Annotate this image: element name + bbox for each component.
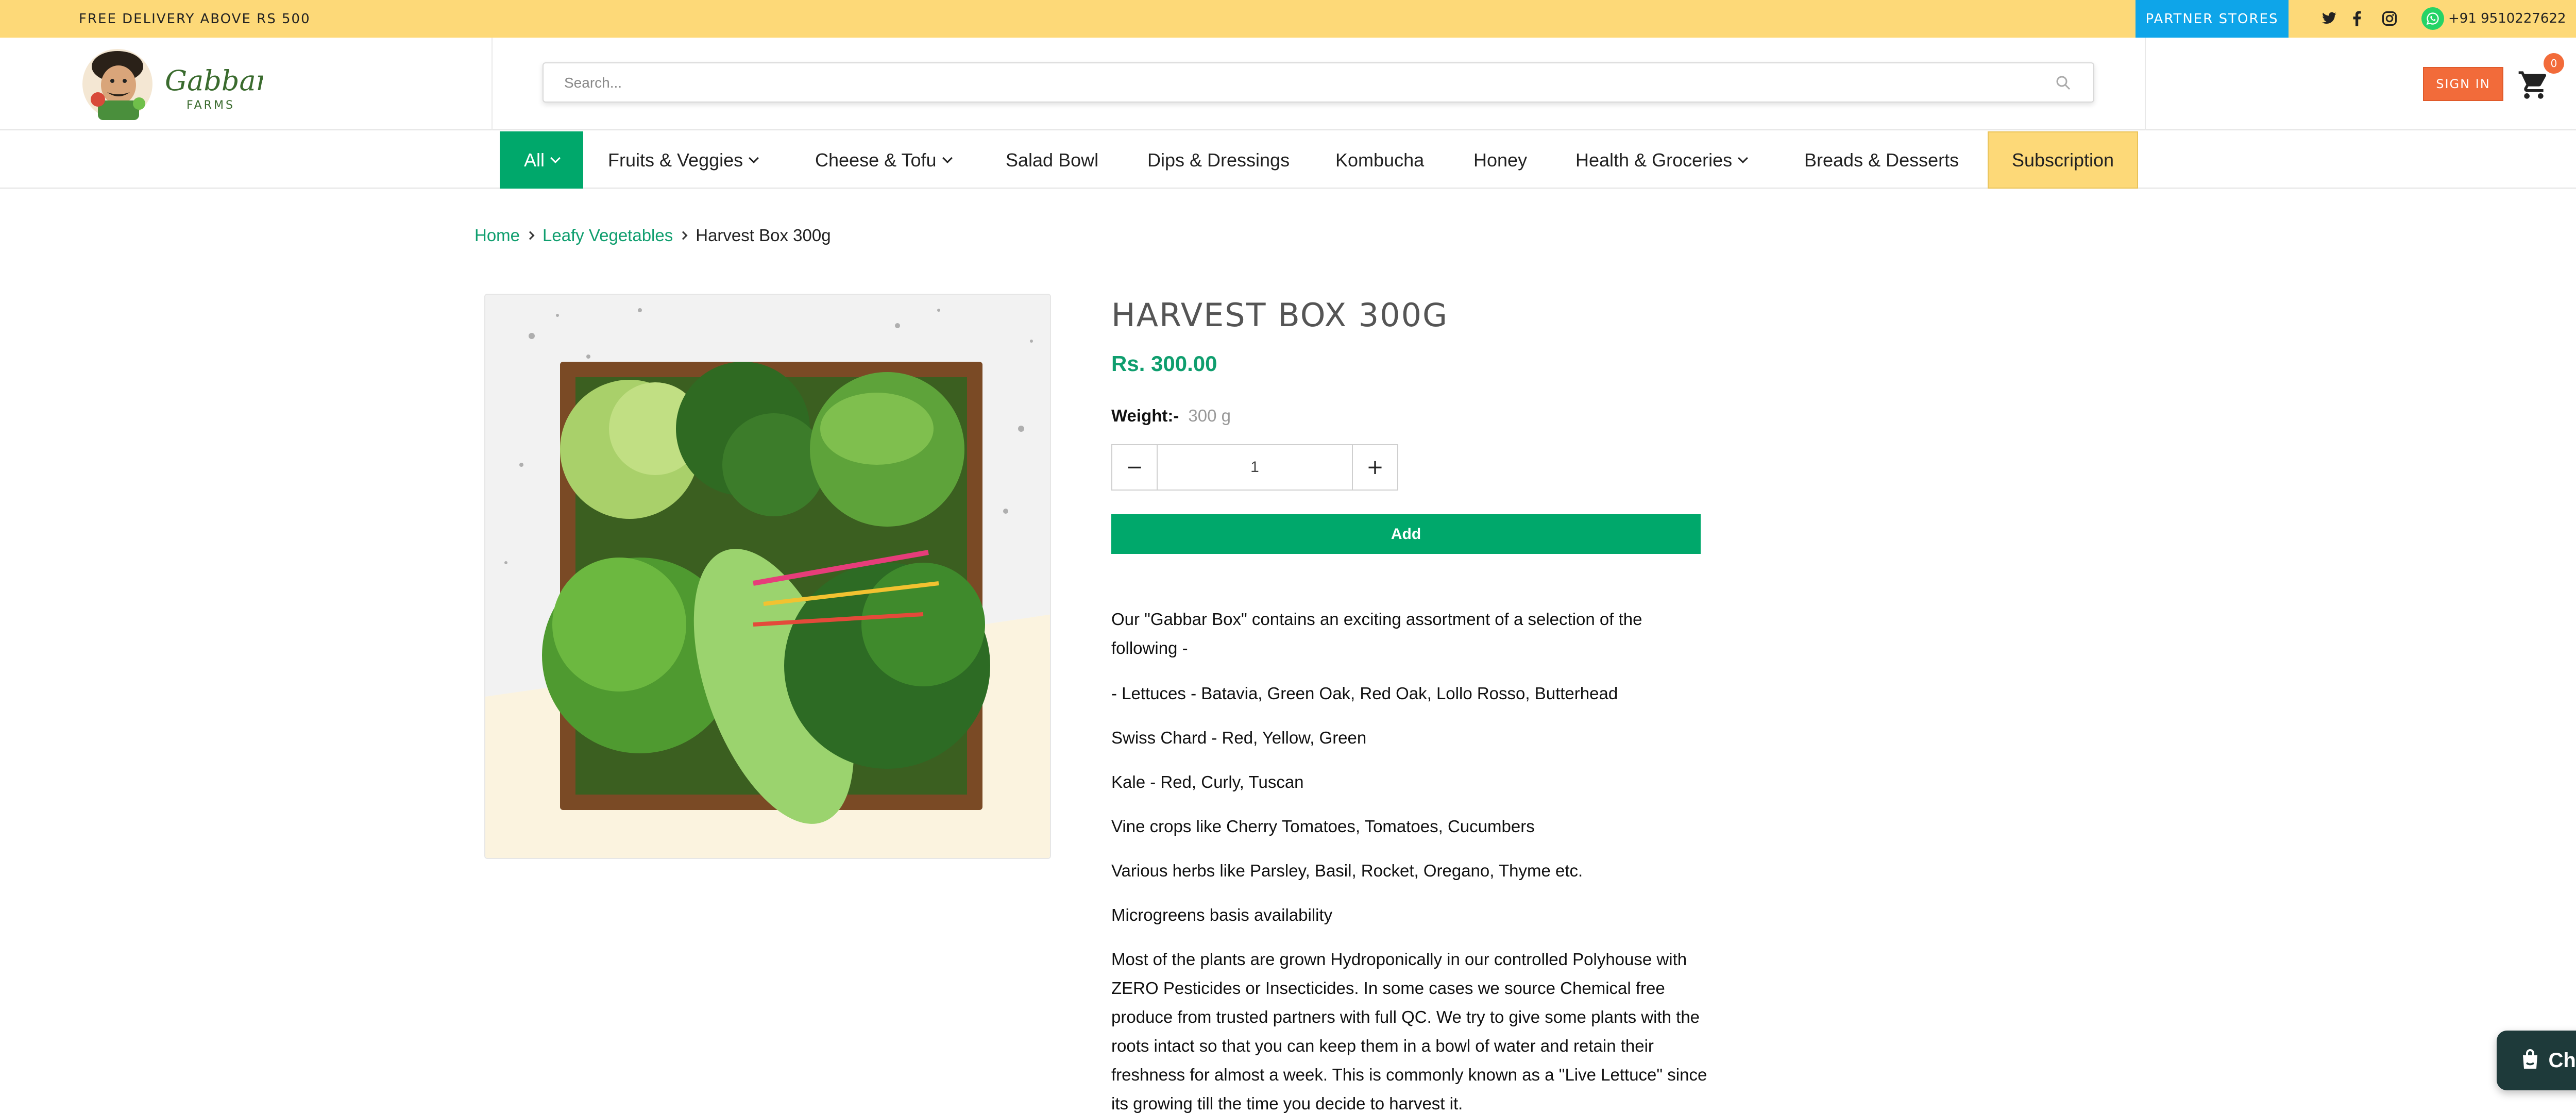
nav-label: Fruits & Veggies [608, 149, 743, 171]
product-weight: Weight:- 300 g [1111, 406, 1231, 426]
chat-button[interactable]: Chat [2497, 1031, 2576, 1090]
increase-quantity-button[interactable]: + [1352, 445, 1397, 490]
breadcrumb: Home Leafy Vegetables Harvest Box 300g [474, 226, 831, 245]
nav-label: Dips & Dressings [1147, 149, 1290, 171]
facebook-icon[interactable] [2348, 9, 2366, 28]
nav-item-all[interactable]: All [500, 131, 583, 189]
chevron-right-icon [526, 231, 535, 240]
chevron-down-icon [749, 153, 759, 163]
nav-item-cheese-tofu[interactable]: Cheese & Tofu [815, 131, 953, 189]
quantity-input[interactable] [1159, 445, 1351, 490]
header-divider-left [492, 38, 493, 130]
product-image[interactable] [484, 294, 1051, 859]
nav-item-kombucha[interactable]: Kombucha [1335, 131, 1424, 189]
logo-wordmark: Gabbar [165, 64, 263, 97]
breadcrumb-category[interactable]: Leafy Vegetables [543, 226, 673, 245]
chevron-down-icon [942, 153, 953, 163]
nav-label: Salad Bowl [1006, 149, 1099, 171]
product-title: HARVEST BOX 300G [1111, 296, 1449, 334]
nav-label: Cheese & Tofu [815, 149, 937, 171]
chat-bag-icon [2522, 1049, 2537, 1069]
instagram-icon[interactable] [2380, 9, 2399, 28]
product-price: Rs. 300.00 [1111, 351, 1217, 376]
description-paragraph: Microgreens basis availability [1111, 905, 1333, 924]
header-divider-right [2145, 38, 2146, 130]
description-paragraph: Our "Gabbar Box" contains an exciting as… [1111, 610, 1642, 657]
site-header: Gabbar FARMS SIGN IN 0 [0, 38, 2576, 130]
chevron-down-icon [1738, 153, 1749, 163]
cart-count-badge: 0 [2544, 53, 2564, 74]
quantity-stepper: − + [1111, 444, 1398, 491]
chevron-down-icon [550, 153, 561, 163]
search-input[interactable] [564, 72, 2007, 94]
category-nav: All Fruits & Veggies Cheese & Tofu Salad… [0, 130, 2576, 189]
nav-item-salad-bowl[interactable]: Salad Bowl [1006, 131, 1098, 189]
breadcrumb-current: Harvest Box 300g [696, 226, 831, 245]
search-icon[interactable] [2054, 74, 2073, 92]
description-paragraph: Most of the plants are grown Hydroponica… [1111, 950, 1707, 1113]
nav-label: Breads & Desserts [1804, 149, 1959, 171]
whatsapp-icon[interactable] [2421, 7, 2444, 30]
svg-text:FARMS: FARMS [187, 99, 235, 112]
description-paragraph: Kale - Red, Curly, Tuscan [1111, 772, 1304, 791]
gabbar-farms-logo[interactable]: Gabbar FARMS [77, 43, 271, 125]
nav-item-subscription[interactable]: Subscription [1988, 131, 2138, 189]
sign-in-button[interactable]: SIGN IN [2423, 67, 2503, 101]
search-box [543, 62, 2094, 103]
nav-item-breads-desserts[interactable]: Breads & Desserts [1804, 131, 1959, 189]
nav-label: Health & Groceries [1575, 149, 1733, 171]
nav-label: Honey [1473, 149, 1528, 171]
phone-number[interactable]: +91 9510227622 [2448, 11, 2566, 26]
decrease-quantity-button[interactable]: − [1112, 445, 1158, 490]
description-paragraph: - Lettuces - Batavia, Green Oak, Red Oak… [1111, 684, 1618, 703]
nav-label: Subscription [2011, 149, 2114, 171]
partner-stores-button[interactable]: PARTNER STORES [2136, 0, 2289, 38]
nav-item-honey[interactable]: Honey [1473, 131, 1527, 189]
breadcrumb-home[interactable]: Home [474, 226, 520, 245]
announcement-bar: FREE DELIVERY ABOVE RS 500 PARTNER STORE… [0, 0, 2576, 38]
nav-item-health-groceries[interactable]: Health & Groceries [1575, 131, 1749, 189]
description-paragraph: Swiss Chard - Red, Yellow, Green [1111, 728, 1367, 747]
twitter-icon[interactable] [2320, 9, 2338, 28]
weight-value: 300 g [1188, 406, 1231, 425]
nav-label: Kombucha [1335, 149, 1425, 171]
weight-label: Weight:- [1111, 406, 1179, 425]
chevron-right-icon [679, 231, 688, 240]
description-paragraph: Various herbs like Parsley, Basil, Rocke… [1111, 861, 1583, 880]
chat-label: Chat [2548, 1049, 2576, 1072]
description-paragraph: Vine crops like Cherry Tomatoes, Tomatoe… [1111, 817, 1535, 836]
add-to-cart-button[interactable]: Add [1111, 514, 1701, 554]
free-delivery-text: FREE DELIVERY ABOVE RS 500 [79, 11, 311, 27]
cart-icon[interactable] [2517, 69, 2550, 102]
nav-item-fruits-veggies[interactable]: Fruits & Veggies [608, 131, 759, 189]
nav-item-dips-dressings[interactable]: Dips & Dressings [1147, 131, 1290, 189]
nav-label: All [523, 149, 545, 171]
